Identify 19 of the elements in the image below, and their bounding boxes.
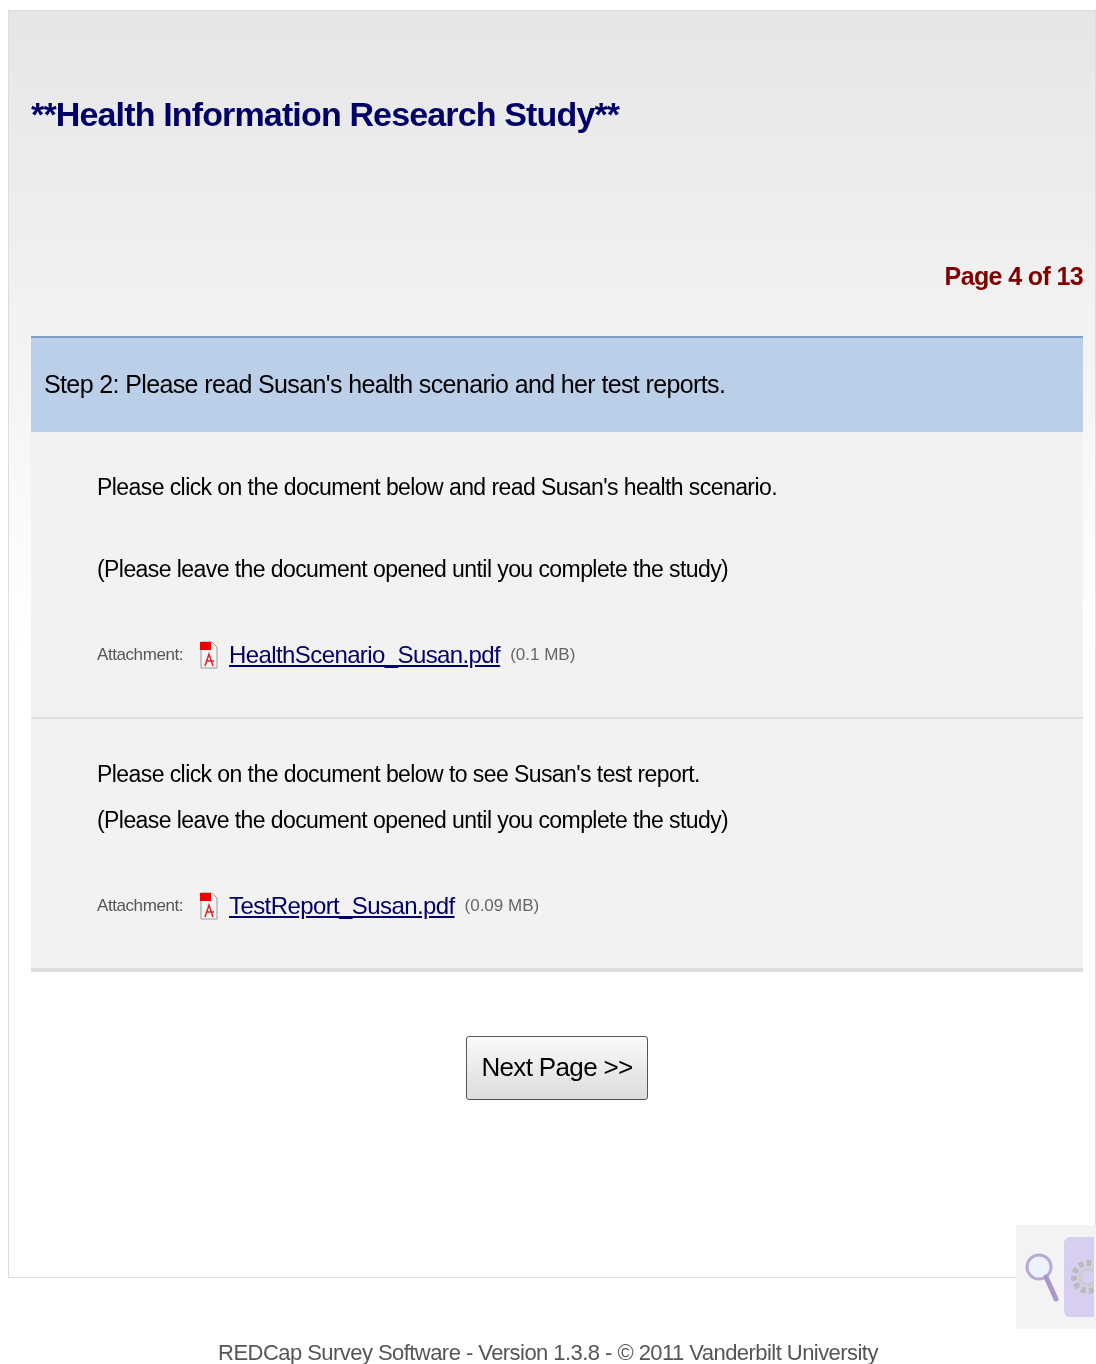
settings-button[interactable] xyxy=(1064,1237,1094,1317)
pdf-file-icon xyxy=(199,639,220,670)
gear-icon xyxy=(1068,1257,1094,1297)
survey-title: **Health Information Research Study** xyxy=(31,94,621,135)
file-size: (0.09 MB) xyxy=(464,894,540,917)
page-indicator: Page 4 of 13 xyxy=(944,261,1083,292)
instruction-text: Please click on the document below and read Susan's health scenario. xyxy=(97,472,778,502)
attachment-label: Attachment: xyxy=(97,643,184,666)
attachment-label: Attachment: xyxy=(97,894,184,917)
pdf-file-icon xyxy=(199,890,220,921)
footer-text: REDCap Survey Software - Version 1.3.8 - © 2011 Vanderbilt University xyxy=(218,1339,878,1364)
section-header: Step 2: Please read Susan's health scenario and her test reports. xyxy=(31,337,1083,432)
instruction-text: Please click on the document below to see Susan's test report. xyxy=(97,759,701,789)
instruction-text: (Please leave the document opened until you complete the study) xyxy=(97,806,730,835)
file-size: (0.1 MB) xyxy=(510,643,576,666)
instruction-text: (Please leave the document opened until you complete the study) xyxy=(97,555,730,584)
attachment-link[interactable]: TestReport_Susan.pdf xyxy=(229,887,455,924)
next-page-button[interactable]: Next Page >> xyxy=(466,1035,648,1100)
attachment-link[interactable]: HealthScenario_Susan.pdf xyxy=(229,636,501,673)
